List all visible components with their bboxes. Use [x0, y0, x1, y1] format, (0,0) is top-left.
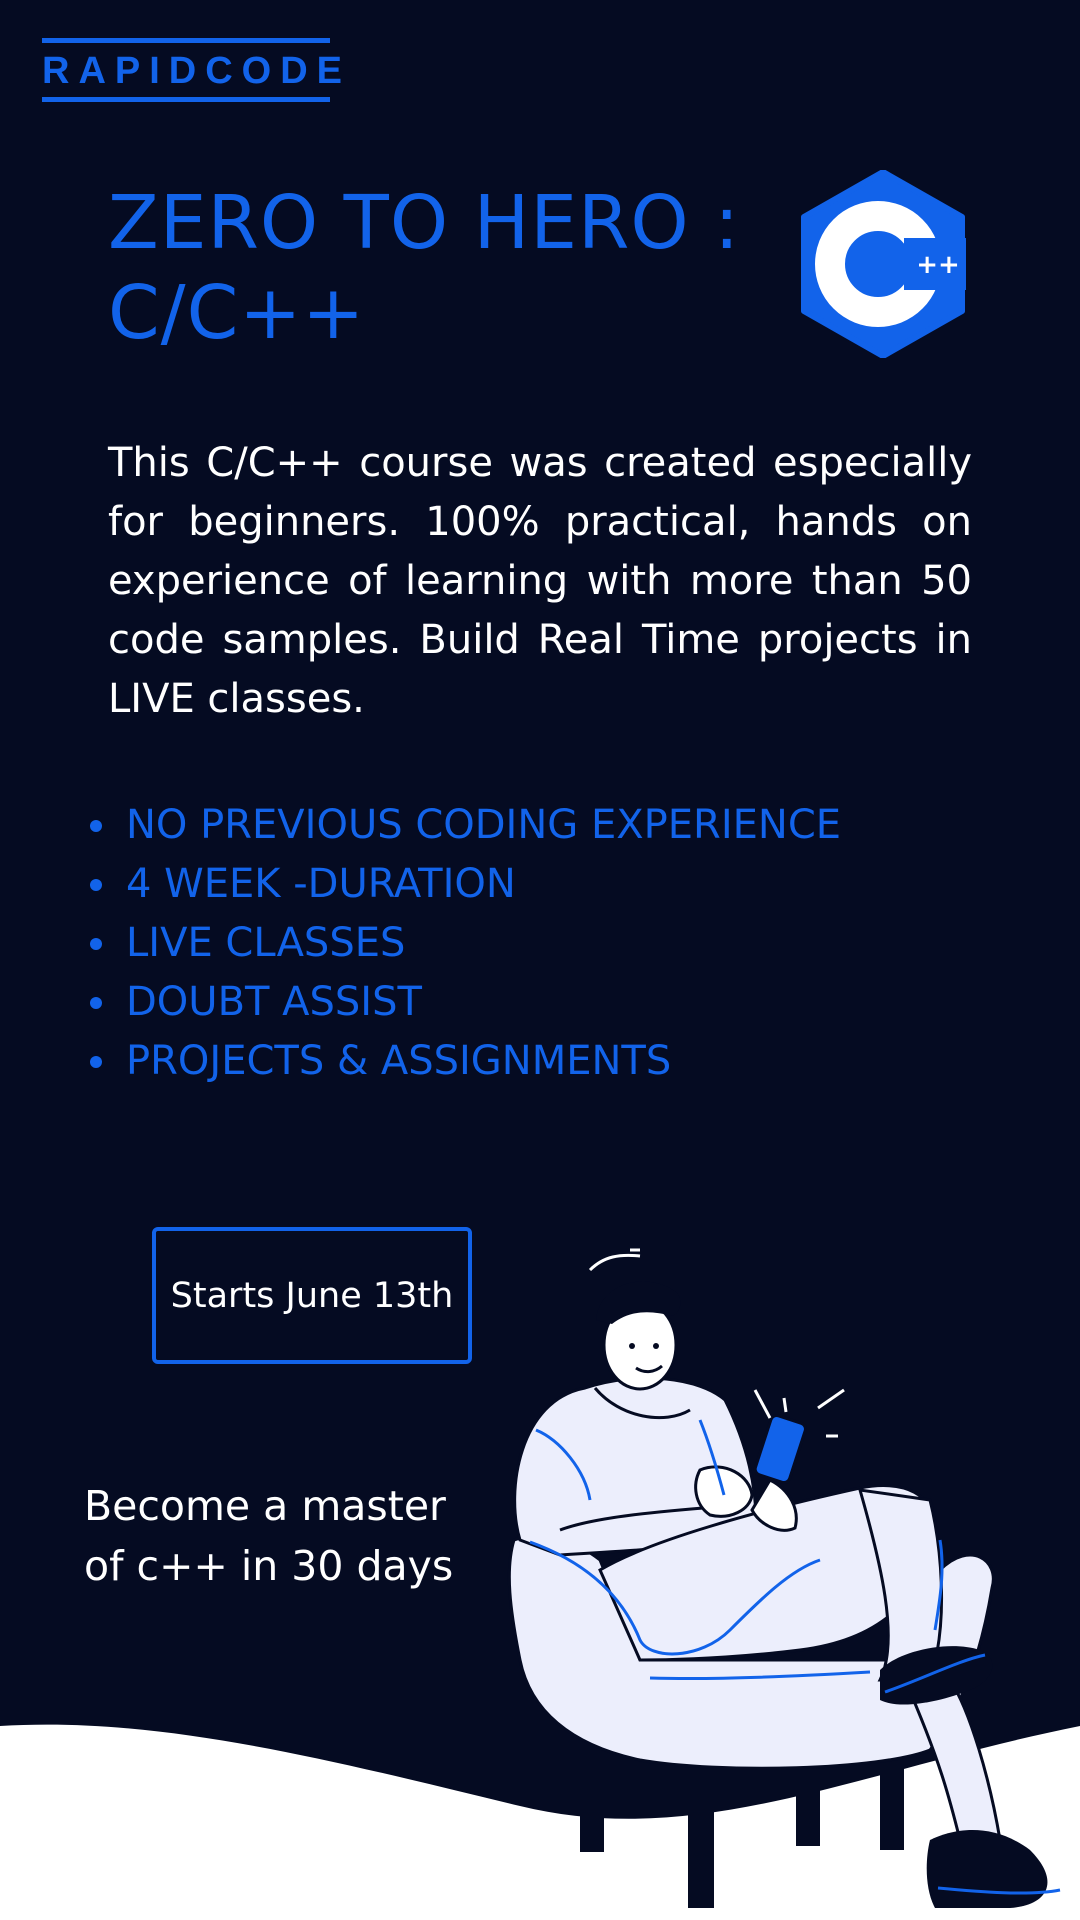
logo-plus-text: ++ [916, 250, 960, 280]
title-line-2: C/C++ [108, 270, 366, 356]
person-in-armchair-illustration [0, 1248, 1080, 1920]
feature-item: DOUBT ASSIST [84, 973, 841, 1032]
brand-logo-text: RAPIDCODE [42, 38, 342, 102]
page-title: ZERO TO HERO : C/C++ [108, 178, 768, 358]
cpp-logo-icon: ++ [801, 170, 966, 358]
feature-item: NO PREVIOUS CODING EXPERIENCE [84, 796, 841, 855]
course-description: This C/C++ course was created especially… [108, 440, 972, 722]
title-line-1: ZERO TO HERO : [108, 180, 741, 266]
feature-list: NO PREVIOUS CODING EXPERIENCE 4 WEEK -DU… [84, 796, 841, 1091]
feature-item: 4 WEEK -DURATION [84, 855, 841, 914]
feature-item: PROJECTS & ASSIGNMENTS [84, 1032, 841, 1091]
feature-item: LIVE CLASSES [84, 914, 841, 973]
